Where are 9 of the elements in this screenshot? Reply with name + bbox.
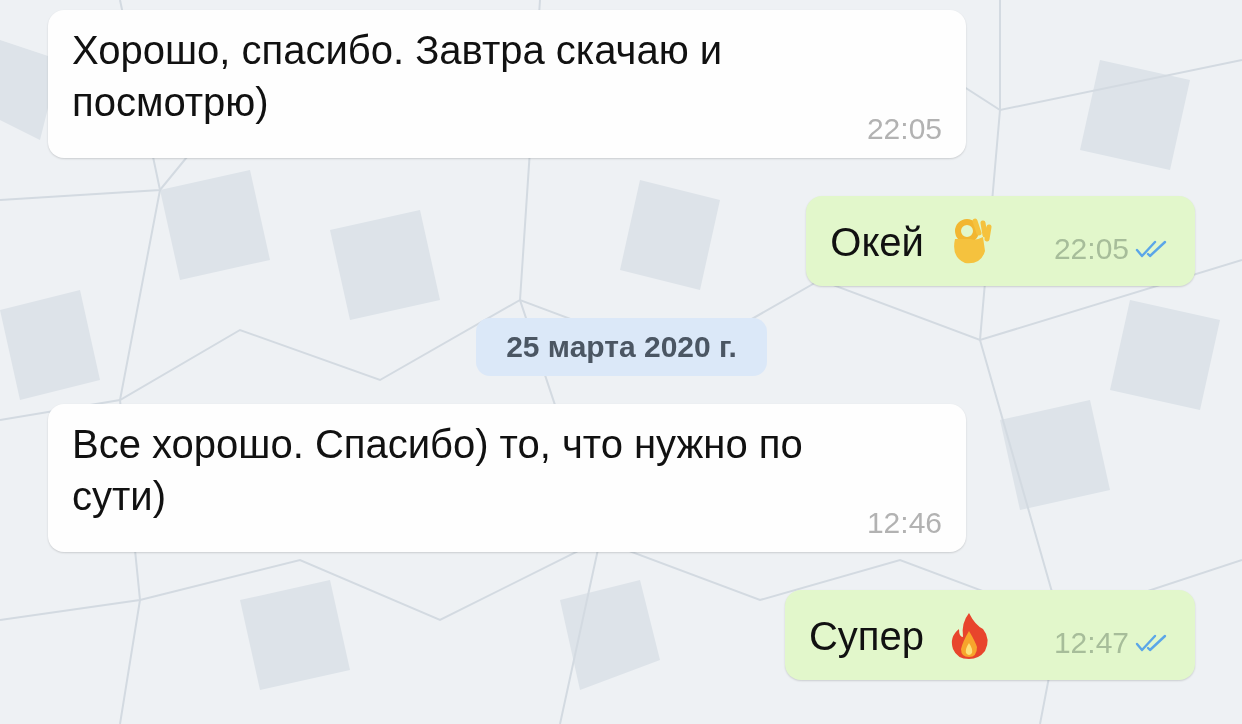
- message-time: 22:05: [1053, 232, 1129, 266]
- message-time: 12:46: [866, 506, 942, 540]
- message-text: Хорошо, спасибо. Завтра скачаю и посмотрю): [72, 27, 724, 126]
- message-time: 22:05: [866, 112, 942, 146]
- message-text: Все хорошо. Спасибо) то, что нужно по сути): [72, 421, 804, 520]
- date-label: 25 марта 2020 г.: [476, 318, 767, 376]
- message-time: 12:47: [1053, 626, 1129, 660]
- message-text: Супер: [808, 613, 924, 660]
- message-text: Окей: [830, 219, 924, 266]
